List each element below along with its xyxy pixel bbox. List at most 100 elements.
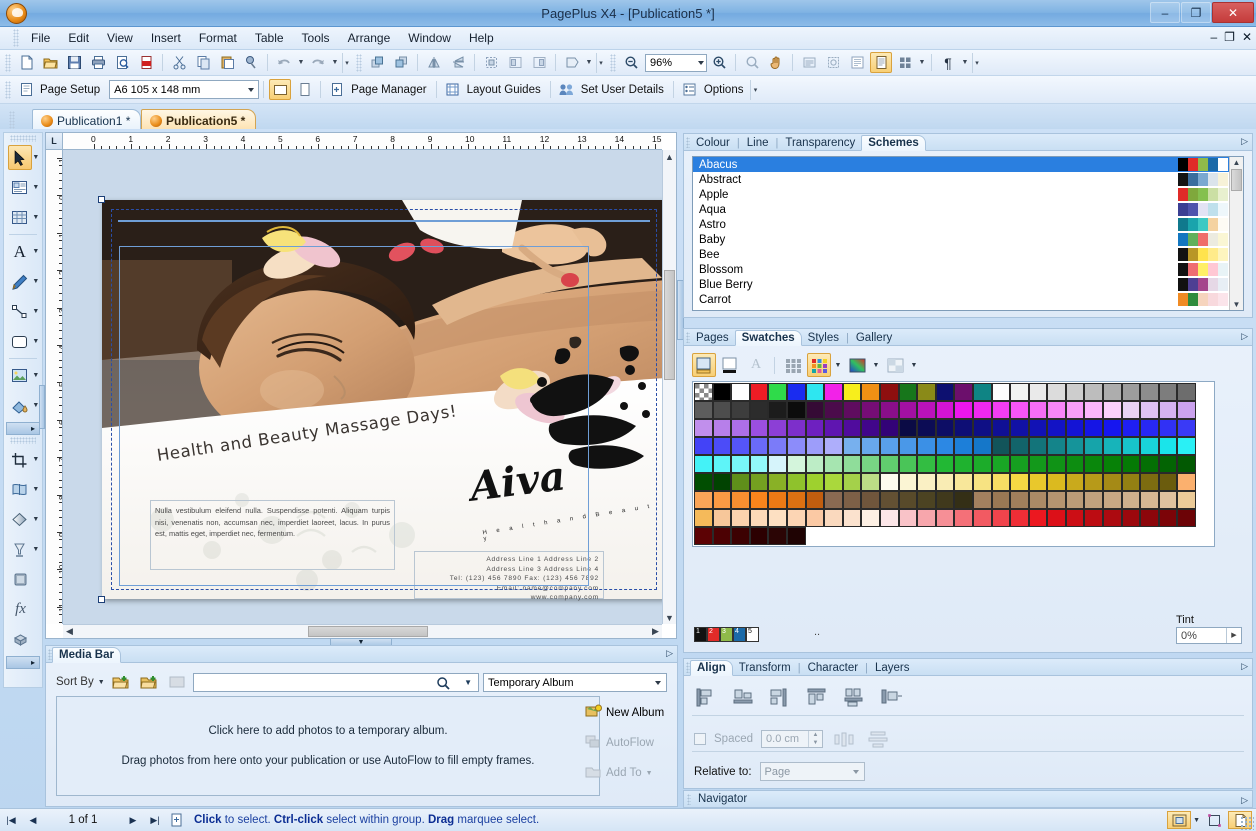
align-bottom-icon[interactable]: [879, 685, 905, 709]
colour-swatch[interactable]: [731, 491, 750, 509]
tab-colour[interactable]: Colour: [690, 136, 736, 150]
redo-icon[interactable]: [307, 52, 329, 73]
tool-pencil-dropdown-icon[interactable]: ▼: [32, 278, 40, 285]
colour-swatch[interactable]: [935, 509, 955, 527]
toolbar-grip[interactable]: [5, 53, 11, 72]
colour-swatch[interactable]: [991, 491, 1011, 509]
scheme-colour-button[interactable]: 3: [720, 627, 733, 642]
align-right-icon[interactable]: [528, 52, 550, 73]
options-icon[interactable]: [679, 79, 701, 100]
colour-swatch[interactable]: [842, 419, 862, 437]
add-to-button[interactable]: Add To ▼: [585, 758, 671, 788]
colour-swatch[interactable]: [1140, 383, 1159, 401]
colour-swatch[interactable]: [935, 437, 955, 455]
scheme-list-item[interactable]: Aqua: [693, 202, 1243, 217]
tab-media-bar[interactable]: Media Bar: [52, 647, 121, 663]
3d-filter-tool-icon[interactable]: [8, 627, 33, 652]
schemes-scroll-thumb[interactable]: [1231, 169, 1242, 191]
tint-input[interactable]: 0% ▶: [1176, 627, 1242, 644]
thumbnails-dropdown-icon[interactable]: ▼: [917, 52, 927, 73]
colour-swatch[interactable]: [712, 509, 732, 527]
colour-swatch[interactable]: [749, 455, 769, 473]
colour-swatch[interactable]: [842, 473, 862, 491]
colour-swatch[interactable]: [898, 455, 918, 473]
colour-swatch[interactable]: [1121, 401, 1141, 419]
colour-swatch[interactable]: [1177, 455, 1197, 473]
next-page-icon[interactable]: ▶: [122, 811, 144, 829]
arrange-toolbar-grip[interactable]: [356, 53, 362, 72]
zoom-tool-icon[interactable]: [741, 52, 763, 73]
scheme-list-item[interactable]: Abstract: [693, 172, 1243, 187]
colour-swatch[interactable]: [1010, 509, 1029, 527]
page-manager-label[interactable]: Page Manager: [349, 84, 431, 96]
tint-spinner-icon[interactable]: ▶: [1226, 628, 1241, 643]
mdi-minimize-button[interactable]: –: [1210, 30, 1217, 44]
colour-swatch[interactable]: [786, 401, 806, 419]
tab-transparency[interactable]: Transparency: [779, 136, 861, 150]
tab-pages[interactable]: Pages: [690, 331, 735, 345]
colour-swatch[interactable]: [768, 491, 787, 509]
tool-artistic-text-dropdown-icon[interactable]: ▼: [32, 248, 40, 255]
colour-swatch[interactable]: [1177, 383, 1197, 401]
tool-crop[interactable]: ▼: [6, 445, 40, 474]
single-page-icon[interactable]: [870, 52, 892, 73]
colour-swatch[interactable]: [1010, 437, 1029, 455]
colour-swatch[interactable]: [1084, 437, 1104, 455]
colour-swatch[interactable]: [898, 437, 918, 455]
colour-swatch[interactable]: [898, 419, 918, 437]
colour-swatch[interactable]: [1121, 419, 1141, 437]
media-drop-zone[interactable]: Click here to add photos to a temporary …: [56, 696, 600, 796]
colour-swatch[interactable]: [879, 419, 899, 437]
tool-pointer[interactable]: ▼: [6, 143, 40, 172]
colour-swatch[interactable]: [786, 437, 806, 455]
palette-dropdown-icon[interactable]: ▼: [833, 362, 843, 369]
colour-swatch[interactable]: [1121, 491, 1141, 509]
effects-palette-grip[interactable]: [10, 437, 36, 444]
undo-icon[interactable]: [273, 52, 295, 73]
colour-swatch[interactable]: [1028, 437, 1048, 455]
colour-swatch[interactable]: [731, 473, 750, 491]
colour-swatch[interactable]: [879, 401, 899, 419]
select-dropdown-icon[interactable]: ▼: [1193, 817, 1200, 824]
colour-swatch[interactable]: [1121, 473, 1141, 491]
colour-swatch[interactable]: [694, 491, 713, 509]
scheme-list-item[interactable]: Baby: [693, 232, 1243, 247]
colour-swatch[interactable]: [1065, 383, 1085, 401]
colour-swatch[interactable]: [1121, 509, 1141, 527]
colour-swatch[interactable]: [1177, 509, 1197, 527]
page-manager-icon[interactable]: [326, 79, 348, 100]
colour-swatch[interactable]: [1140, 473, 1159, 491]
palette-color-icon[interactable]: [807, 353, 831, 377]
colour-swatch[interactable]: [1103, 401, 1122, 419]
colour-swatch[interactable]: [712, 473, 732, 491]
tab-layers[interactable]: Layers: [869, 661, 916, 675]
colour-swatch[interactable]: [805, 455, 825, 473]
scheme-colour-button[interactable]: 2: [707, 627, 720, 642]
colour-swatch[interactable]: [861, 455, 880, 473]
colour-swatch-grid[interactable]: [692, 381, 1215, 547]
colour-swatch[interactable]: [1177, 419, 1197, 437]
colour-swatch[interactable]: [991, 455, 1011, 473]
colour-swatch[interactable]: [1010, 419, 1029, 437]
colour-swatch[interactable]: [1103, 383, 1122, 401]
fit-width-icon[interactable]: [798, 52, 820, 73]
effects-tool-icon[interactable]: fx: [8, 597, 33, 622]
tool-line-dropdown-icon[interactable]: ▼: [32, 308, 40, 315]
view-toolbar-grip[interactable]: [610, 53, 616, 72]
standard-toolbar-overflow[interactable]: ▾: [342, 52, 351, 73]
colour-swatch[interactable]: [1140, 437, 1159, 455]
tab-character[interactable]: Character: [802, 661, 865, 675]
colour-swatch[interactable]: [954, 473, 973, 491]
colour-swatch[interactable]: [861, 437, 880, 455]
scheme-list-item[interactable]: Blue Berry: [693, 277, 1243, 292]
colour-swatch[interactable]: [898, 383, 918, 401]
colour-swatch[interactable]: [1065, 455, 1085, 473]
resize-handle-sw[interactable]: [98, 596, 105, 603]
colour-swatch[interactable]: [898, 473, 918, 491]
colour-swatch[interactable]: [824, 437, 843, 455]
colour-swatch[interactable]: [1158, 509, 1178, 527]
vertical-scroll-thumb[interactable]: [664, 270, 675, 380]
paragraph-dropdown-icon[interactable]: ▼: [960, 52, 970, 73]
tab-transform[interactable]: Transform: [733, 661, 797, 675]
menu-insert[interactable]: Insert: [142, 28, 190, 48]
